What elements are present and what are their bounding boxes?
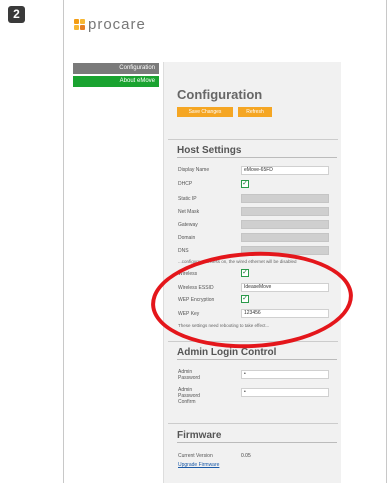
wep-key-label: WEP Key [178, 311, 200, 317]
dhcp-label: DHCP [178, 181, 193, 187]
gateway-label: Gateway [178, 222, 198, 228]
display-name-input[interactable]: eMove-65FD [241, 166, 329, 175]
admin-confirm-label: Admin Password Confirm [178, 387, 200, 405]
wep-encryption-checkbox[interactable]: ✓ [241, 295, 249, 303]
sidebar-nav: Configuration About eMove [73, 63, 159, 89]
current-version-label: Current Version [178, 453, 213, 459]
wireless-note: ...configures wireless on, the wired eth… [178, 259, 297, 264]
domain-input[interactable] [241, 233, 329, 242]
wireless-label: Wireless [178, 271, 198, 277]
static-ip-label: Static IP [178, 196, 197, 202]
dhcp-checkbox[interactable]: ✓ [241, 180, 249, 188]
logo-icon [74, 18, 85, 30]
net-mask-input[interactable] [241, 207, 329, 216]
section-divider [168, 423, 338, 424]
host-settings-heading: Host Settings [177, 145, 337, 158]
save-changes-button[interactable]: Save Changes [177, 107, 233, 117]
wep-encryption-label: WEP Encryption [178, 297, 215, 303]
nav-item-about[interactable]: About eMove [73, 76, 159, 87]
upgrade-firmware-link[interactable]: Upgrade Firmware [178, 462, 219, 468]
static-ip-input[interactable] [241, 194, 329, 203]
net-mask-label: Net Mask [178, 209, 200, 215]
procare-logo: procare [74, 15, 146, 33]
admin-confirm-label-line3: Confirm [178, 399, 196, 405]
wep-key-input[interactable]: 123456 [241, 309, 329, 318]
reboot-note: These settings need rebooting to take ef… [178, 323, 270, 328]
firmware-heading: Firmware [177, 430, 337, 443]
admin-password-label: Admin Password [178, 369, 200, 381]
current-version-value: 0.05 [241, 453, 251, 459]
admin-confirm-input[interactable]: • [241, 388, 329, 397]
section-divider [168, 341, 338, 342]
nav-item-configuration[interactable]: Configuration [73, 63, 159, 74]
essid-input[interactable]: IdeaseMove [241, 283, 329, 292]
wireless-checkbox[interactable]: ✓ [241, 269, 249, 277]
admin-password-input[interactable]: • [241, 370, 329, 379]
domain-label: Domain [178, 235, 196, 241]
admin-password-label-line2: Password [178, 375, 200, 381]
admin-login-heading: Admin Login Control [177, 347, 337, 360]
refresh-button[interactable]: Refresh [238, 107, 272, 117]
dns-label: DNS [178, 248, 189, 254]
essid-label: Wireless ESSID [178, 285, 214, 291]
display-name-label: Display Name [178, 167, 210, 173]
section-divider [168, 139, 338, 140]
page-title: Configuration [177, 87, 263, 102]
dns-input[interactable] [241, 246, 329, 255]
logo-text: procare [88, 15, 146, 33]
step-number-badge: 2 [8, 6, 25, 23]
gateway-input[interactable] [241, 220, 329, 229]
